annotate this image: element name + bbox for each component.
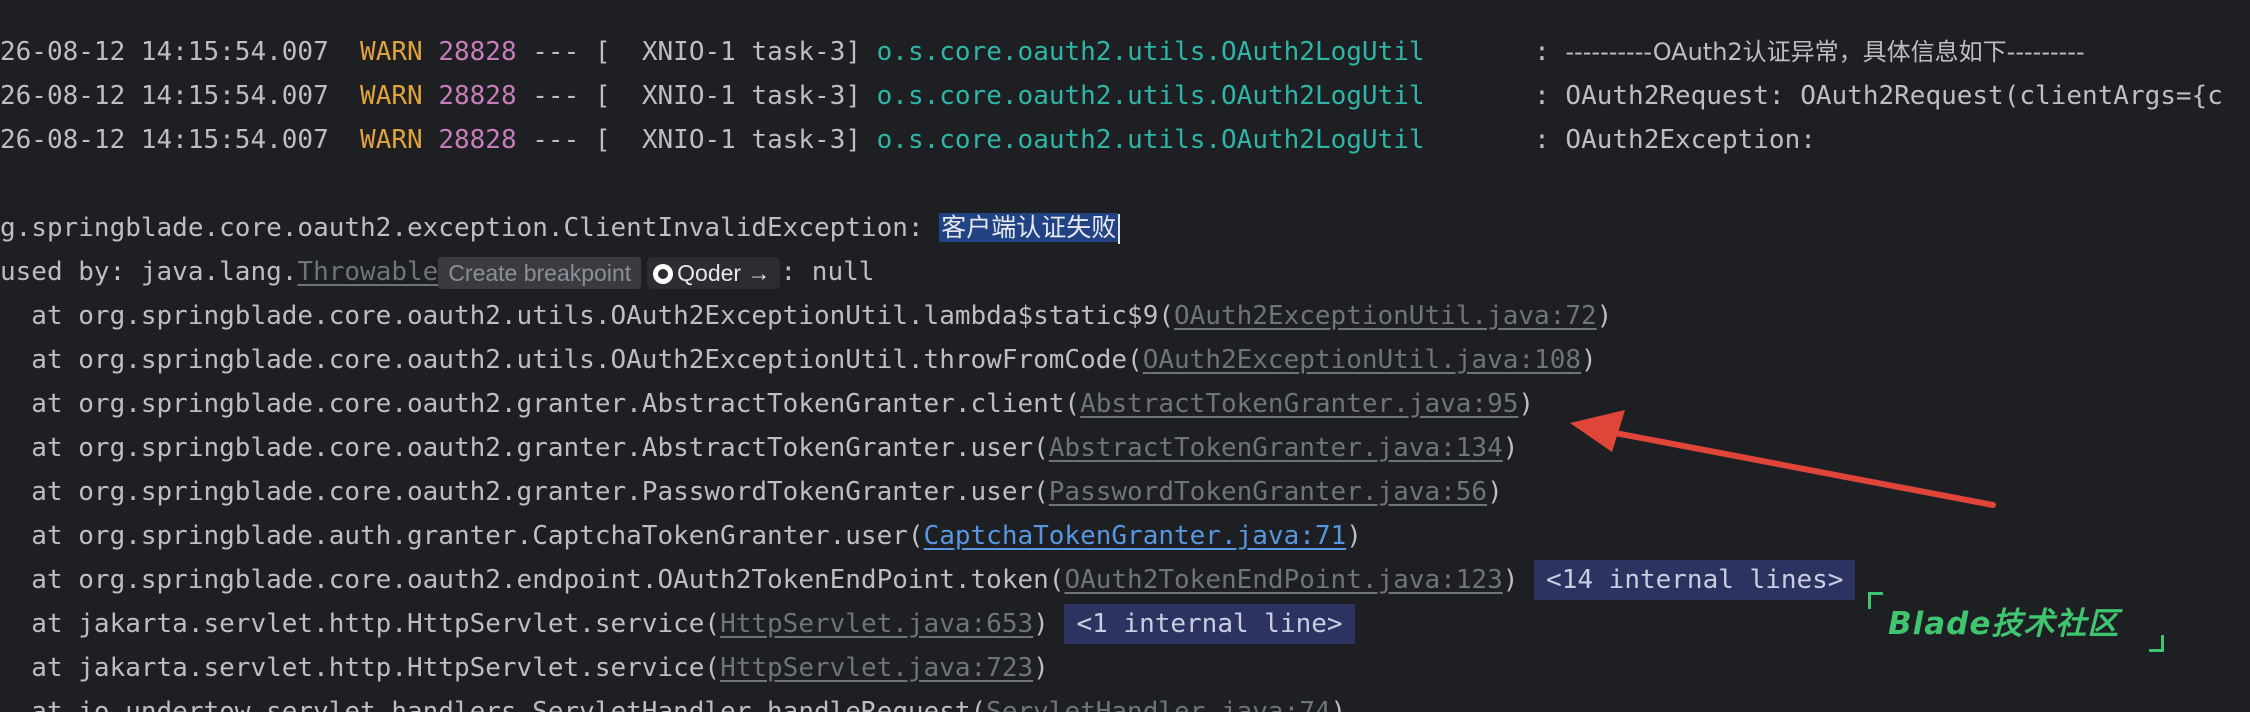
log-line: 26-08-12 14:15:54.007 WARN 28828 --- [ X…	[0, 120, 1816, 160]
stack-frame: at org.springblade.core.oauth2.endpoint.…	[0, 560, 1856, 600]
log-timestamp: 26-08-12 14:15:54.007	[0, 37, 329, 67]
watermark-corner-top-left	[1868, 592, 1883, 609]
stack-method: at org.springblade.core.oauth2.utils.OAu…	[0, 345, 1143, 375]
log-line: 26-08-12 14:15:54.007 WARN 28828 --- [ X…	[0, 76, 2223, 116]
log-separator: --- [	[532, 125, 611, 155]
log-level: WARN	[360, 81, 423, 111]
internal-lines-fold[interactable]: <14 internal lines>	[1534, 560, 1856, 600]
selected-exception-message[interactable]: 客户端认证失败	[939, 213, 1119, 242]
exception-line: g.springblade.core.oauth2.exception.Clie…	[0, 208, 1121, 248]
console-output: 26-08-12 14:15:54.007 WARN 28828 --- [ X…	[0, 0, 2250, 712]
watermark-text: Blade技术社区	[1888, 606, 2120, 642]
stack-close: )	[1502, 433, 1519, 463]
log-colon: :	[1534, 81, 1550, 111]
source-link[interactable]: HttpServlet.java:723	[720, 653, 1033, 683]
log-pid: 28828	[438, 125, 517, 155]
log-colon: :	[1534, 37, 1550, 67]
source-link[interactable]: AbstractTokenGranter.java:134	[1049, 433, 1503, 463]
log-level: WARN	[360, 37, 423, 67]
stack-method: at org.springblade.core.oauth2.granter.P…	[0, 477, 1049, 507]
stack-close: )	[1502, 565, 1519, 595]
stack-close: )	[1518, 389, 1535, 419]
text-cursor	[1118, 213, 1121, 244]
stack-close: )	[1033, 653, 1049, 683]
stack-frame: at org.springblade.core.oauth2.granter.A…	[0, 428, 1518, 468]
caused-by-suffix: : null	[780, 257, 875, 287]
stack-close: )	[1581, 345, 1597, 375]
source-link[interactable]: OAuth2ExceptionUtil.java:108	[1143, 345, 1581, 375]
stack-method: at org.springblade.core.oauth2.granter.A…	[0, 389, 1081, 419]
source-link[interactable]: OAuth2TokenEndPoint.java:123	[1064, 565, 1502, 595]
stack-frame: at org.springblade.core.oauth2.granter.A…	[0, 384, 1534, 424]
log-separator: --- [	[532, 37, 611, 67]
stack-frame: at org.springblade.auth.granter.CaptchaT…	[0, 516, 1362, 556]
annotation-arrow-head	[1570, 410, 1625, 452]
source-link[interactable]: PasswordTokenGranter.java:56	[1049, 477, 1487, 507]
stack-close: )	[1487, 477, 1503, 507]
log-pid: 28828	[438, 81, 517, 111]
log-timestamp: 26-08-12 14:15:54.007	[0, 125, 329, 155]
watermark-corner-bottom-right	[2149, 635, 2164, 652]
log-message: OAuth2Request: OAuth2Request(clientArgs=…	[1565, 81, 2223, 111]
log-level: WARN	[360, 125, 423, 155]
stack-close: )	[1596, 301, 1613, 331]
source-link[interactable]: OAuth2ExceptionUtil.java:72	[1174, 301, 1597, 331]
stack-method: at org.springblade.auth.granter.CaptchaT…	[0, 521, 924, 551]
qoder-label: Qoder →	[677, 259, 771, 286]
stack-frame: at org.springblade.core.oauth2.utils.OAu…	[0, 340, 1597, 380]
caused-by-prefix: used by: java.lang.	[0, 257, 298, 287]
log-thread: XNIO-1 task-3]	[610, 125, 861, 155]
log-timestamp: 26-08-12 14:15:54.007	[0, 81, 329, 111]
source-link[interactable]: AbstractTokenGranter.java:95	[1080, 389, 1518, 419]
throwable-link[interactable]: Throwable	[297, 257, 438, 287]
qoder-logo-icon	[653, 263, 674, 284]
log-logger[interactable]: o.s.core.oauth2.utils.OAuth2LogUtil	[877, 81, 1425, 111]
log-line: 26-08-12 14:15:54.007 WARN 28828 --- [ X…	[0, 32, 2085, 72]
stack-method: at org.springblade.core.oauth2.granter.A…	[0, 433, 1049, 463]
stack-frame: at org.springblade.core.oauth2.utils.OAu…	[0, 296, 1612, 336]
stack-method: at org.springblade.core.oauth2.endpoint.…	[0, 565, 1065, 595]
log-logger[interactable]: o.s.core.oauth2.utils.OAuth2LogUtil	[877, 37, 1425, 67]
stack-method: at jakarta.servlet.http.HttpServlet.serv…	[0, 609, 721, 639]
create-breakpoint-hint[interactable]: Create breakpoint	[438, 256, 642, 289]
stack-frame: at jakarta.servlet.http.HttpServlet.serv…	[0, 604, 1355, 644]
stack-frame: at io.undertow.servlet.handlers.ServletH…	[0, 692, 1346, 712]
stack-frame: at org.springblade.core.oauth2.granter.P…	[0, 472, 1503, 512]
log-message: ----------OAuth2认证异常，具体信息如下---------	[1565, 38, 2085, 66]
stack-close: )	[1330, 697, 1347, 712]
qoder-button[interactable]: Qoder →	[647, 256, 781, 289]
stack-method: at io.undertow.servlet.handlers.ServletH…	[0, 697, 987, 712]
stack-method: at org.springblade.core.oauth2.utils.OAu…	[0, 301, 1174, 331]
stack-close: )	[1346, 521, 1362, 551]
log-thread: XNIO-1 task-3]	[610, 81, 861, 111]
stack-frame: at jakarta.servlet.http.HttpServlet.serv…	[0, 648, 1049, 688]
log-thread: XNIO-1 task-3]	[610, 37, 861, 67]
exception-class: g.springblade.core.oauth2.exception.Clie…	[0, 213, 940, 243]
watermark: Blade技术社区	[1868, 592, 2164, 652]
stack-method: at jakarta.servlet.http.HttpServlet.serv…	[0, 653, 721, 683]
annotation-arrow-shaft	[1607, 429, 1996, 508]
stack-close: )	[1033, 609, 1049, 639]
source-link[interactable]: CaptchaTokenGranter.java:71	[924, 521, 1347, 551]
log-colon: :	[1534, 125, 1550, 155]
log-pid: 28828	[438, 37, 517, 67]
source-link[interactable]: HttpServlet.java:653	[720, 609, 1033, 639]
log-separator: --- [	[532, 81, 611, 111]
source-link[interactable]: ServletHandler.java:74	[986, 697, 1330, 712]
caused-by-line: used by: java.lang.Throwable Create break…	[0, 252, 874, 292]
log-logger[interactable]: o.s.core.oauth2.utils.OAuth2LogUtil	[877, 125, 1425, 155]
internal-line-fold[interactable]: <1 internal line>	[1064, 604, 1355, 644]
log-message: OAuth2Exception:	[1565, 125, 1816, 155]
